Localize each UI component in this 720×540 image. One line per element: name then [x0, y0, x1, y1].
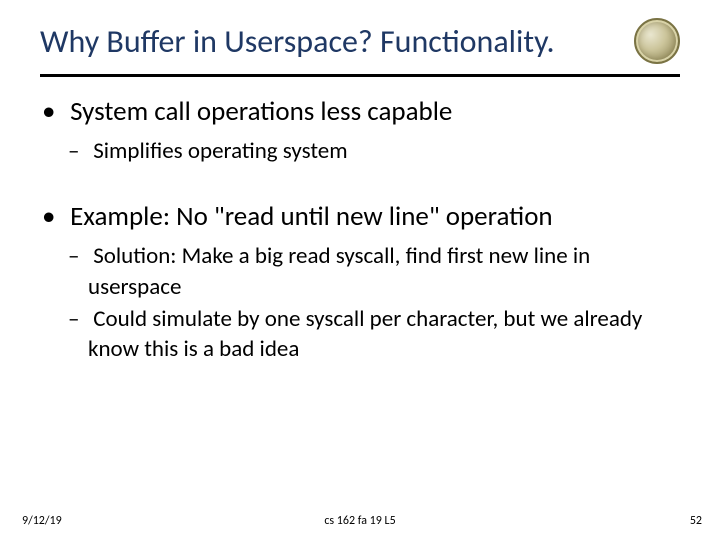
- footer-date: 9/12/19: [22, 514, 62, 528]
- footer: 9/12/19 cs 162 fa 19 L5 52: [0, 514, 720, 528]
- sub-bullet-item: Solution: Make a big read syscall, find …: [88, 241, 680, 302]
- sub-bullet-item: Could simulate by one syscall per charac…: [88, 304, 680, 365]
- footer-page-number: 52: [690, 514, 702, 528]
- sub-bullet-list: Solution: Make a big read syscall, find …: [44, 241, 680, 364]
- slide: Why Buffer in Userspace? Functionality. …: [0, 0, 720, 540]
- bullet-text: Example: No "read until new line" operat…: [70, 200, 553, 233]
- sub-bullet-text: Could simulate by one syscall per charac…: [88, 305, 642, 363]
- sub-bullet-item: Simplifies operating system: [88, 136, 680, 166]
- university-seal-icon: [634, 18, 680, 64]
- bullet-item: System call operations less capable Simp…: [44, 95, 680, 166]
- bullet-text: System call operations less capable: [70, 95, 452, 128]
- bullet-item: Example: No "read until new line" operat…: [44, 200, 680, 364]
- sub-bullet-text: Simplifies operating system: [93, 137, 347, 165]
- title-row: Why Buffer in Userspace? Functionality.: [40, 18, 680, 77]
- sub-bullet-text: Solution: Make a big read syscall, find …: [88, 242, 590, 300]
- bullet-list: System call operations less capable Simp…: [44, 95, 680, 365]
- footer-center: cs 162 fa 19 L5: [324, 514, 395, 528]
- slide-title: Why Buffer in Userspace? Functionality.: [40, 22, 555, 61]
- sub-bullet-list: Simplifies operating system: [44, 136, 680, 166]
- content-area: System call operations less capable Simp…: [40, 95, 680, 365]
